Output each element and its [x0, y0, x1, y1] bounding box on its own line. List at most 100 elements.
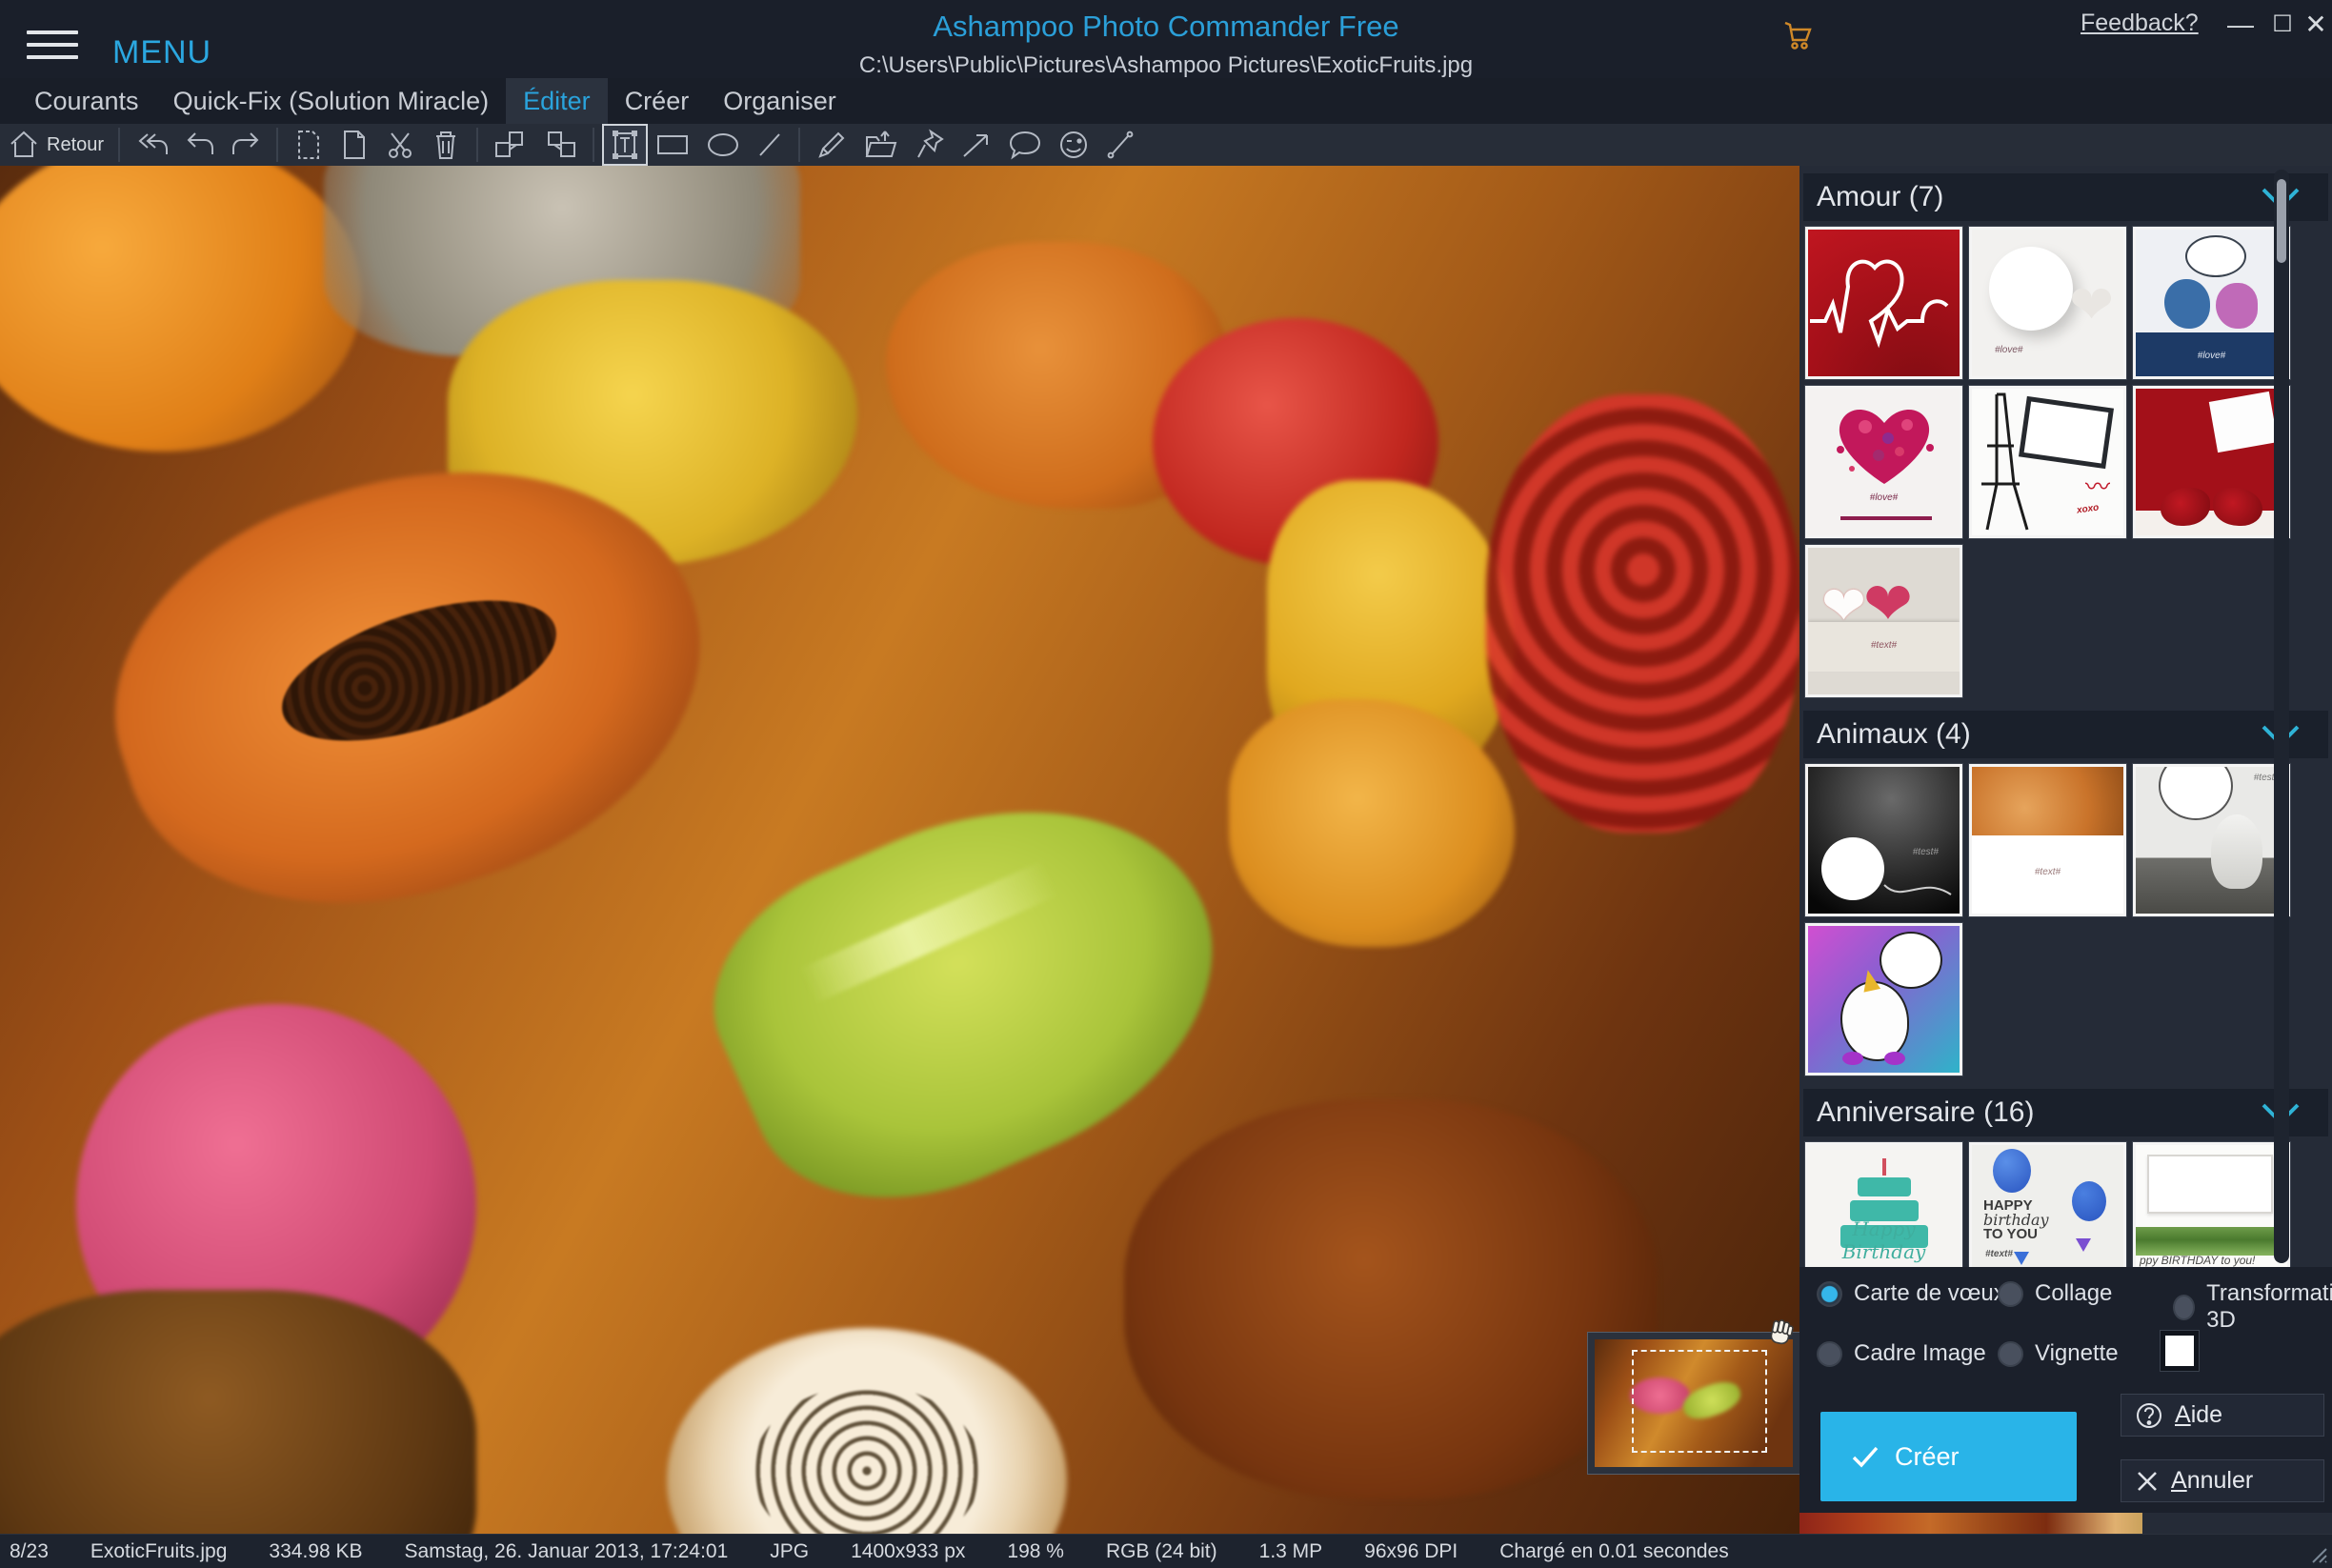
rotate-left-icon [493, 128, 529, 162]
resize-grip-icon[interactable] [2307, 1543, 2328, 1564]
radio-cadre-image[interactable]: Cadre Image [1817, 1340, 1986, 1367]
delete-button[interactable] [423, 124, 469, 166]
check-icon [1851, 1444, 1880, 1469]
photo-exotic-fruits[interactable] [0, 166, 1799, 1535]
copy-button[interactable] [286, 124, 332, 166]
statusbar: 8/23 ExoticFruits.jpg 334.98 KB Samstag,… [0, 1534, 2332, 1568]
duplicate-page-icon [338, 127, 371, 163]
speech-bubble-button[interactable] [1000, 124, 1050, 166]
templates-sidepanel: Amour (7) ❤ #love# #love# [1799, 166, 2332, 1534]
retour-button[interactable]: Retour [0, 124, 111, 166]
speech-bubble-icon [1007, 128, 1043, 162]
radio-selected-icon[interactable] [1817, 1281, 1842, 1307]
anniversaire-template-grid: Happy Birthday HAPPY birthday TO YOU #te… [1799, 1136, 2332, 1281]
radio-icon[interactable] [1998, 1281, 2023, 1307]
template-love-birds[interactable]: #love# [2133, 227, 2290, 379]
template-heart-of-hearts[interactable]: #love# [1805, 386, 1962, 538]
title-block: Ashampoo Photo Commander Free C:\Users\P… [0, 0, 2332, 79]
feedback-link[interactable]: Feedback? [2081, 10, 2199, 37]
export-button[interactable] [855, 124, 907, 166]
tab-creer[interactable]: Créer [608, 78, 707, 124]
template-caption: ppy BIRTHDAY to you! [2140, 1254, 2255, 1267]
lips-art: 〰 [2085, 468, 2110, 503]
template-paris-frame[interactable]: 〰 xoxo [1969, 386, 2126, 538]
status-format: JPG [770, 1540, 809, 1563]
section-title: Anniversaire (16) [1817, 1096, 2034, 1129]
radio-collage[interactable]: Collage [1998, 1280, 2112, 1307]
file-path: C:\Users\Public\Pictures\Ashampoo Pictur… [0, 52, 2332, 79]
template-caption: Happy Birthday [1808, 1217, 1960, 1263]
sidepanel-scrollbar[interactable] [2274, 170, 2289, 1263]
app-title: Ashampoo Photo Commander Free [0, 10, 2332, 44]
radio-icon[interactable] [1817, 1341, 1842, 1367]
radio-carte-de-voeux[interactable]: Carte de vœux [1817, 1280, 2005, 1307]
tab-quick-fix[interactable]: Quick-Fix (Solution Miracle) [156, 78, 507, 124]
status-dimensions: 1400x933 px [851, 1540, 965, 1563]
template-unicorn[interactable] [1805, 923, 1962, 1075]
measure-line-button[interactable] [1097, 124, 1143, 166]
scrollbar-thumb[interactable] [2277, 179, 2286, 263]
template-heart-ekg[interactable] [1805, 227, 1962, 379]
text-tool-button[interactable] [602, 124, 648, 166]
navigator-viewport-rect[interactable] [1632, 1350, 1767, 1453]
text-tool-icon [611, 130, 639, 160]
radio-icon[interactable] [1998, 1341, 2023, 1367]
maximize-button[interactable]: ☐ [2263, 8, 2302, 42]
template-kittens-basket[interactable]: #text# [1969, 764, 2126, 916]
template-dog-bubble[interactable]: #test# [2133, 764, 2290, 916]
redo-button[interactable] [223, 124, 269, 166]
section-title: Animaux (4) [1817, 718, 1971, 751]
string-art [1808, 856, 1960, 914]
line-tool-icon [755, 130, 784, 160]
status-filesize: 334.98 KB [269, 1540, 362, 1563]
tab-organiser[interactable]: Organiser [706, 78, 854, 124]
undo-button[interactable] [177, 124, 223, 166]
undo-all-icon [134, 129, 171, 161]
template-paper-circle-heart[interactable]: ❤ #love# [1969, 227, 2126, 379]
arrow-tool-icon [959, 129, 994, 161]
ellipse-tool-icon [704, 130, 742, 160]
undo-icon [184, 129, 216, 161]
shopping-cart-icon[interactable] [1779, 15, 1818, 58]
create-button[interactable]: Créer [1820, 1412, 2077, 1501]
pencil-tool-button[interactable] [808, 124, 855, 166]
color-swatch-picker[interactable] [2160, 1330, 2200, 1372]
rotate-right-button[interactable] [535, 124, 585, 166]
cancel-button[interactable]: Annuler [2121, 1459, 2324, 1502]
template-green-ribbon[interactable]: ppy BIRTHDAY to you! [2133, 1142, 2290, 1276]
rotate-left-button[interactable] [486, 124, 535, 166]
status-filename: ExoticFruits.jpg [90, 1540, 228, 1563]
arrow-button[interactable] [953, 124, 1000, 166]
template-sleeping-cat[interactable]: #test# [1805, 764, 1962, 916]
ellipse-tool-button[interactable] [697, 124, 749, 166]
section-header-anniversaire[interactable]: Anniversaire (16) [1803, 1089, 2328, 1136]
x-icon [2135, 1469, 2160, 1494]
radio-vignette[interactable]: Vignette [1998, 1340, 2119, 1367]
tab-courants[interactable]: Courants [17, 78, 156, 124]
smiley-wink-icon [1056, 128, 1091, 162]
minimize-button[interactable]: — [2221, 8, 2260, 42]
pushpin-icon [914, 128, 946, 162]
smiley-button[interactable] [1050, 124, 1097, 166]
status-load-time: Chargé en 0.01 secondes [1499, 1540, 1729, 1563]
template-teal-cake[interactable]: Happy Birthday [1805, 1142, 1962, 1276]
radio-transformation-3d[interactable]: Transformation 3D [2173, 1280, 2332, 1334]
cut-button[interactable] [377, 124, 423, 166]
template-caption: #text# [1985, 1249, 2013, 1259]
photo-commander-window: MENU Ashampoo Photo Commander Free C:\Us… [0, 0, 2332, 1568]
template-balloons[interactable]: HAPPY birthday TO YOU #text# [1969, 1142, 2126, 1276]
close-button[interactable]: ✕ [2302, 8, 2330, 42]
tab-editer[interactable]: Éditer [506, 78, 608, 124]
section-header-animaux[interactable]: Animaux (4) [1803, 711, 2328, 758]
duplicate-button[interactable] [332, 124, 377, 166]
pencil-tool-icon [814, 128, 849, 162]
line-tool-button[interactable] [749, 124, 791, 166]
radio-icon[interactable] [2173, 1295, 2195, 1320]
pin-button[interactable] [907, 124, 953, 166]
rectangle-tool-button[interactable] [648, 124, 697, 166]
template-hearts-envelope[interactable]: ❤❤ #text# [1805, 545, 1962, 697]
help-button[interactable]: Aide [2121, 1394, 2324, 1437]
undo-all-button[interactable] [128, 124, 177, 166]
section-header-amour[interactable]: Amour (7) [1803, 173, 2328, 221]
template-red-gift-bow[interactable] [2133, 386, 2290, 538]
